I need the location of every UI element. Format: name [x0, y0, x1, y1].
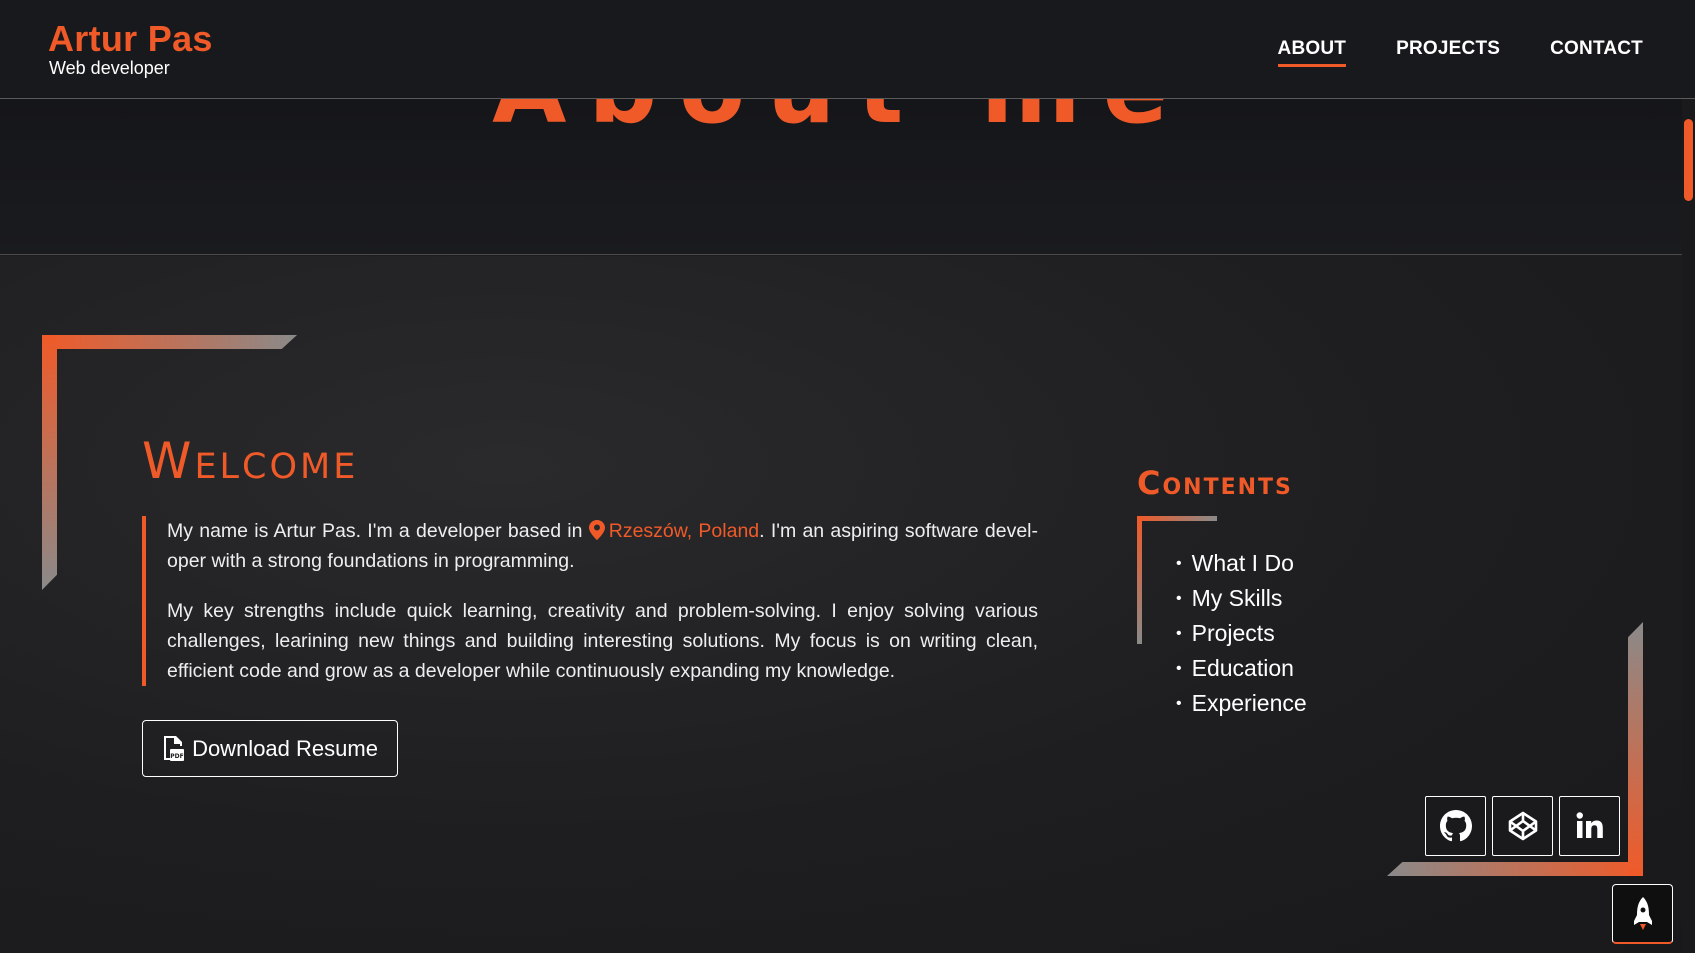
welcome-heading: Welcome: [142, 432, 359, 490]
github-button[interactable]: [1425, 796, 1486, 856]
nav-contact[interactable]: CONTACT: [1550, 38, 1643, 67]
location-pin-icon: [588, 520, 605, 540]
location-link[interactable]: Rzeszów, Poland: [588, 520, 760, 542]
contents-frame-left: [1137, 516, 1142, 644]
hero-band: About me: [0, 99, 1682, 255]
site-header: Artur Pas Web developer ABOUT PROJECTS C…: [0, 0, 1695, 99]
scrollbar-thumb[interactable]: [1684, 119, 1693, 201]
scrollbar[interactable]: [1682, 99, 1695, 953]
frame-corner-bottom-right-vertical: [1628, 622, 1643, 876]
rocket-icon: [1633, 896, 1652, 930]
intro-paragraph-2: My key strengths include quick learning,…: [167, 600, 1038, 682]
codepen-icon: [1508, 811, 1537, 841]
codepen-button[interactable]: [1492, 796, 1553, 856]
scroll-to-top-button[interactable]: [1612, 884, 1673, 944]
intro-text: My name is Artur Pas. I'm a developer ba…: [142, 516, 1038, 686]
download-resume-label: Download Resume: [192, 735, 378, 761]
brand-name[interactable]: Artur Pas: [48, 18, 213, 60]
contents-list: What I Do My Skills Projects Education E…: [1176, 546, 1307, 721]
contents-item-experience[interactable]: Experience: [1176, 686, 1307, 721]
contents-item-education[interactable]: Education: [1176, 651, 1307, 686]
brand-subtitle: Web developer: [49, 58, 170, 78]
contents-heading: Contents: [1137, 464, 1293, 502]
intro-paragraph-1: My name is Artur Pas. I'm a developer ba…: [167, 516, 1038, 576]
social-links: [1425, 796, 1620, 856]
github-icon: [1439, 810, 1472, 842]
contents-item-my-skills[interactable]: My Skills: [1176, 581, 1307, 616]
contents-frame-top: [1137, 516, 1217, 521]
nav-about[interactable]: ABOUT: [1277, 38, 1347, 67]
frame-corner-bottom-right: [1387, 862, 1643, 876]
frame-corner-top-left: [42, 335, 297, 349]
main-nav: ABOUT PROJECTS CONTACT: [1277, 38, 1643, 67]
contents-item-what-i-do[interactable]: What I Do: [1176, 546, 1307, 581]
frame-corner-top-left-vertical: [42, 335, 57, 590]
intro-text-start: My name is Artur Pas. I'm a developer ba…: [167, 520, 589, 542]
linkedin-icon: [1576, 812, 1603, 838]
hero-title: About me: [0, 99, 1682, 145]
linkedin-button[interactable]: [1559, 796, 1620, 856]
svg-text:PDF: PDF: [170, 753, 183, 760]
pdf-file-icon: PDF: [164, 735, 185, 761]
location-text: Rzeszów, Poland: [608, 520, 760, 542]
contents-item-projects[interactable]: Projects: [1176, 616, 1307, 651]
nav-projects[interactable]: PROJECTS: [1396, 38, 1500, 67]
download-resume-button[interactable]: PDF Download Resume: [142, 720, 398, 777]
